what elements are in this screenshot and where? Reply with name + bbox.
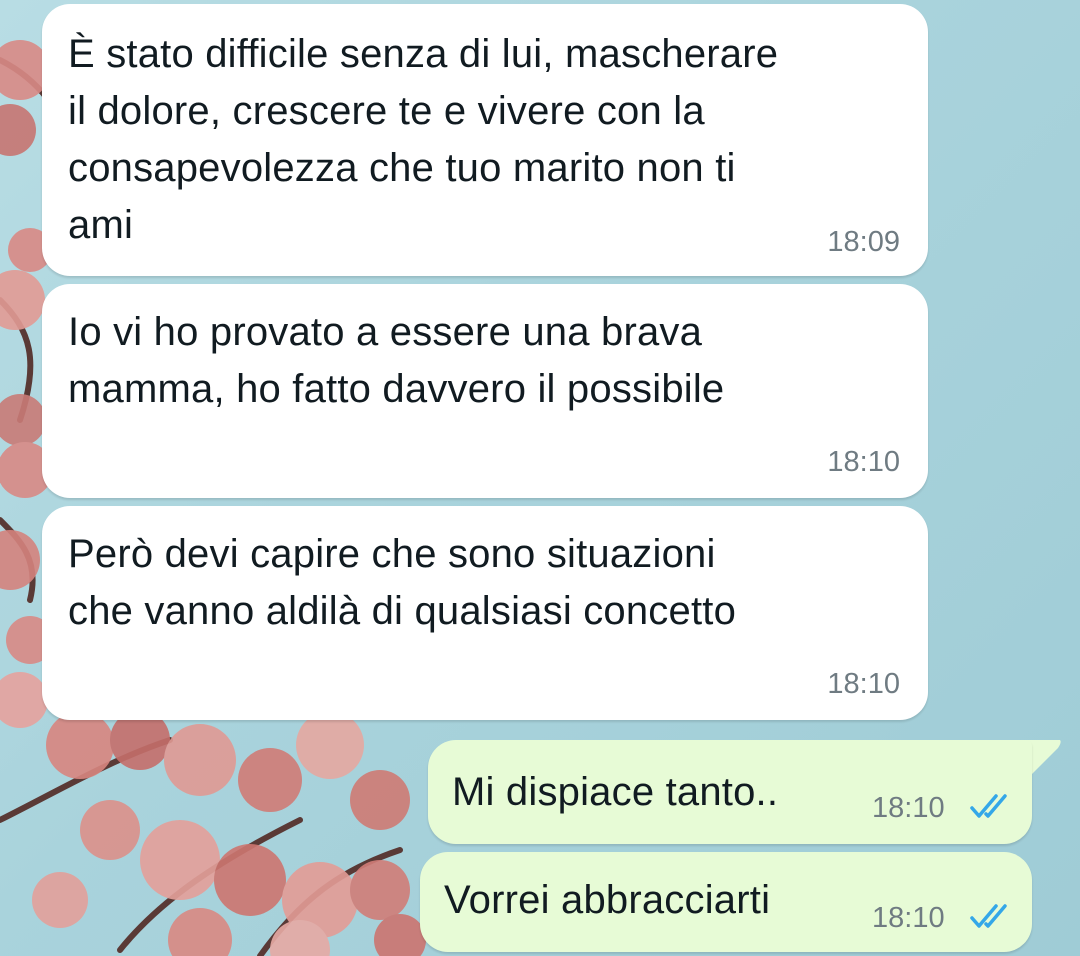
message-timestamp: 18:10 (827, 668, 900, 700)
message-line: mamma, ho fatto davvero il possibile (68, 367, 725, 411)
message-line: che vanno aldilà di qualsiasi concetto (68, 589, 737, 633)
message-bubble-incoming[interactable]: Io vi ho provato a essere una brava mamm… (42, 284, 928, 498)
message-line: Io vi ho provato a essere una brava (68, 310, 703, 354)
double-check-read-icon (970, 794, 1007, 818)
message-line: È stato difficile senza di lui, maschera… (68, 32, 779, 76)
message-timestamp: 18:10 (872, 902, 945, 934)
message-text: Mi dispiace tanto.. (452, 770, 779, 814)
message-bubble-outgoing[interactable]: Mi dispiace tanto.. 18:10 (428, 740, 1032, 844)
message-text: Però devi capire che sono situazioni che… (68, 526, 736, 640)
message-timestamp: 18:09 (827, 226, 900, 258)
message-text: Io vi ho provato a essere una brava mamm… (68, 304, 724, 418)
message-line: consapevolezza che tuo marito non ti (68, 146, 736, 190)
message-line: Però devi capire che sono situazioni (68, 532, 716, 576)
message-bubble-incoming[interactable]: Però devi capire che sono situazioni che… (42, 506, 928, 720)
message-bubble-outgoing[interactable]: Vorrei abbracciarti 18:10 (420, 852, 1032, 952)
message-bubble-incoming[interactable]: È stato difficile senza di lui, maschera… (42, 4, 928, 276)
message-text: Vorrei abbracciarti (444, 878, 771, 922)
double-check-read-icon (970, 904, 1007, 928)
message-timestamp: 18:10 (872, 792, 945, 824)
message-text: È stato difficile senza di lui, maschera… (68, 26, 778, 254)
message-line: il dolore, crescere te e vivere con la (68, 89, 705, 133)
message-timestamp: 18:10 (827, 446, 900, 478)
message-line: ami (68, 203, 134, 247)
